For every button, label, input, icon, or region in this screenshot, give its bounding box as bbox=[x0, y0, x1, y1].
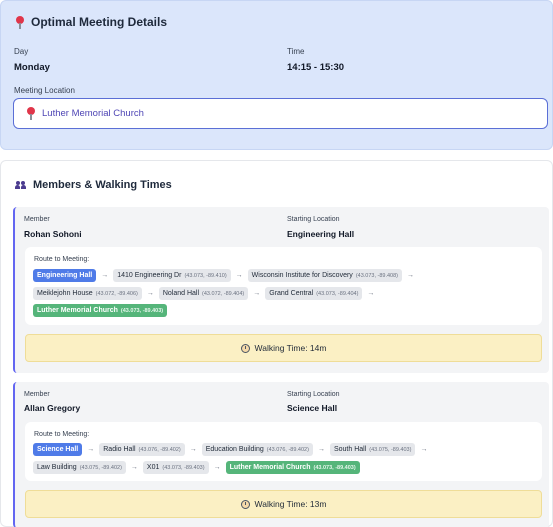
route-stop-name: X01 bbox=[146, 464, 160, 471]
route-stop-name: Noland Hall bbox=[162, 290, 200, 297]
route-destination-chip: Luther Memorial Church (43.073, -89.403) bbox=[33, 304, 168, 317]
route-stop-chip: South Hall (43.075, -89.403) bbox=[329, 443, 416, 456]
route-start-chip: Science Hall bbox=[33, 443, 83, 456]
route-line: Science Hall → Radio Hall (43.076, -89.402)… bbox=[33, 443, 427, 456]
member-card-rohan: Member Rohan Sohoni Starting Location En… bbox=[13, 207, 549, 373]
optimal-meeting-title-text: Optimal Meeting Details bbox=[31, 15, 168, 29]
walking-time-box: Walking Time: 13m bbox=[25, 490, 542, 518]
route-stop-chip: 1410 Engineering Dr (43.073, -89.410) bbox=[113, 269, 231, 282]
walking-time-text: Walking Time: 14m bbox=[254, 343, 327, 353]
meeting-location-field[interactable]: Luther Memorial Church bbox=[13, 98, 548, 129]
route-arrow-icon: → bbox=[213, 464, 221, 471]
member-label: Member bbox=[24, 216, 50, 223]
optimal-meeting-title: Optimal Meeting Details bbox=[15, 15, 167, 29]
route-label: Route to Meeting: bbox=[34, 256, 90, 263]
route-stop-coordinates: (43.076, -89.402) bbox=[266, 446, 309, 453]
route-line: Luther Memorial Church (43.073, -89.403) bbox=[33, 304, 168, 317]
people-icon bbox=[15, 180, 27, 190]
route-arrow-icon: → bbox=[420, 446, 428, 453]
day-value: Monday bbox=[14, 62, 50, 73]
clock-icon bbox=[240, 499, 250, 509]
route-stop-coordinates: (43.073, -89.403) bbox=[162, 464, 205, 471]
time-label: Time bbox=[287, 47, 305, 56]
route-stop-name: Meiklejohn House bbox=[37, 290, 93, 297]
member-card-allan: Member Allan Gregory Starting Location S… bbox=[13, 382, 549, 527]
meeting-location-value: Luther Memorial Church bbox=[42, 108, 144, 119]
route-stop-name: Luther Memorial Church bbox=[37, 307, 118, 314]
route-arrow-icon: → bbox=[253, 290, 261, 297]
walking-time-box: Walking Time: 14m bbox=[25, 334, 542, 362]
route-stop-name: Luther Memorial Church bbox=[229, 464, 311, 471]
member-name: Allan Gregory bbox=[24, 403, 81, 413]
route-arrow-icon: → bbox=[407, 272, 415, 279]
route-stop-name: Engineering Hall bbox=[37, 272, 93, 279]
meeting-location-label: Meeting Location bbox=[14, 86, 75, 95]
route-stop-name: Education Building bbox=[205, 446, 264, 453]
route-box: Route to Meeting: Engineering Hall → 1410 … bbox=[25, 247, 542, 325]
route-stop-name: Law Building bbox=[37, 464, 77, 471]
route-stop-coordinates: (43.073, -89.408) bbox=[355, 272, 399, 279]
route-arrow-icon: → bbox=[235, 272, 243, 279]
route-stop-coordinates: (43.073, -89.410) bbox=[184, 272, 227, 279]
route-arrow-icon: → bbox=[87, 446, 95, 453]
route-stop-coordinates: (43.073, -89.403) bbox=[120, 307, 164, 314]
clock-icon bbox=[240, 343, 250, 353]
time-value: 14:15 - 15:30 bbox=[287, 62, 345, 73]
day-label: Day bbox=[14, 47, 29, 56]
route-line: Meiklejohn House (43.072, -89.406) → Noland… bbox=[33, 287, 374, 300]
route-stop-coordinates: (43.073, -89.404) bbox=[316, 290, 359, 297]
members-card: Members & Walking Times Member Rohan Soh… bbox=[0, 160, 553, 527]
route-start-chip: Engineering Hall bbox=[33, 269, 97, 282]
route-line: Engineering Hall → 1410 Engineering Dr (43.… bbox=[33, 269, 414, 282]
route-arrow-icon: → bbox=[189, 446, 197, 453]
starting-location-label: Starting Location bbox=[287, 216, 340, 223]
route-arrow-icon: → bbox=[130, 464, 138, 471]
route-stop-chip: Education Building (43.076, -89.402) bbox=[201, 443, 313, 456]
member-label: Member bbox=[24, 391, 50, 398]
map-pin-icon bbox=[26, 107, 36, 120]
map-pin-icon bbox=[15, 15, 25, 29]
route-stop-chip: Radio Hall (43.076, -89.402) bbox=[99, 443, 185, 456]
members-title: Members & Walking Times bbox=[15, 179, 172, 191]
route-stop-name: Wisconsin Institute for Discovery bbox=[251, 272, 353, 279]
route-stop-chip: Law Building (43.075, -89.402) bbox=[33, 461, 126, 474]
route-arrow-icon: → bbox=[101, 272, 109, 279]
route-stop-name: Grand Central bbox=[269, 290, 314, 297]
route-line: Law Building (43.075, -89.402) → X01 (43.073… bbox=[33, 461, 360, 474]
route-stop-name: Radio Hall bbox=[103, 446, 136, 453]
route-stop-chip: Wisconsin Institute for Discovery (43.073… bbox=[247, 269, 403, 282]
route-stop-coordinates: (43.075, -89.402) bbox=[79, 464, 122, 471]
route-box: Route to Meeting: Science Hall → Radio Hal… bbox=[25, 422, 542, 481]
members-title-text: Members & Walking Times bbox=[33, 179, 172, 191]
route-stop-chip: Grand Central (43.073, -89.404) bbox=[265, 287, 363, 300]
route-stop-coordinates: (43.073, -89.403) bbox=[313, 464, 356, 471]
route-stop-name: 1410 Engineering Dr bbox=[117, 272, 182, 279]
route-stop-chip: Meiklejohn House (43.072, -89.406) bbox=[33, 287, 142, 300]
route-destination-chip: Luther Memorial Church (43.073, -89.403) bbox=[225, 461, 360, 474]
route-label: Route to Meeting: bbox=[34, 431, 90, 438]
member-name: Rohan Sohoni bbox=[24, 229, 82, 239]
route-stop-name: Science Hall bbox=[37, 446, 79, 453]
route-stop-chip: X01 (43.073, -89.403) bbox=[142, 461, 209, 474]
route-arrow-icon: → bbox=[367, 290, 375, 297]
optimal-meeting-card: Optimal Meeting Details Day Monday Time … bbox=[0, 0, 553, 150]
walking-time-text: Walking Time: 13m bbox=[254, 499, 327, 509]
route-stop-coordinates: (43.072, -89.406) bbox=[95, 290, 138, 297]
starting-location-label: Starting Location bbox=[287, 391, 340, 398]
route-arrow-icon: → bbox=[317, 446, 325, 453]
starting-location-value: Engineering Hall bbox=[287, 229, 355, 239]
starting-location-value: Science Hall bbox=[287, 403, 338, 413]
route-stop-coordinates: (43.075, -89.403) bbox=[369, 446, 412, 453]
route-stop-coordinates: (43.076, -89.402) bbox=[138, 446, 181, 453]
route-arrow-icon: → bbox=[146, 290, 154, 297]
route-stop-chip: Noland Hall (43.072, -89.404) bbox=[158, 287, 249, 300]
route-stop-name: South Hall bbox=[333, 446, 367, 453]
route-stop-coordinates: (43.072, -89.404) bbox=[202, 290, 245, 297]
